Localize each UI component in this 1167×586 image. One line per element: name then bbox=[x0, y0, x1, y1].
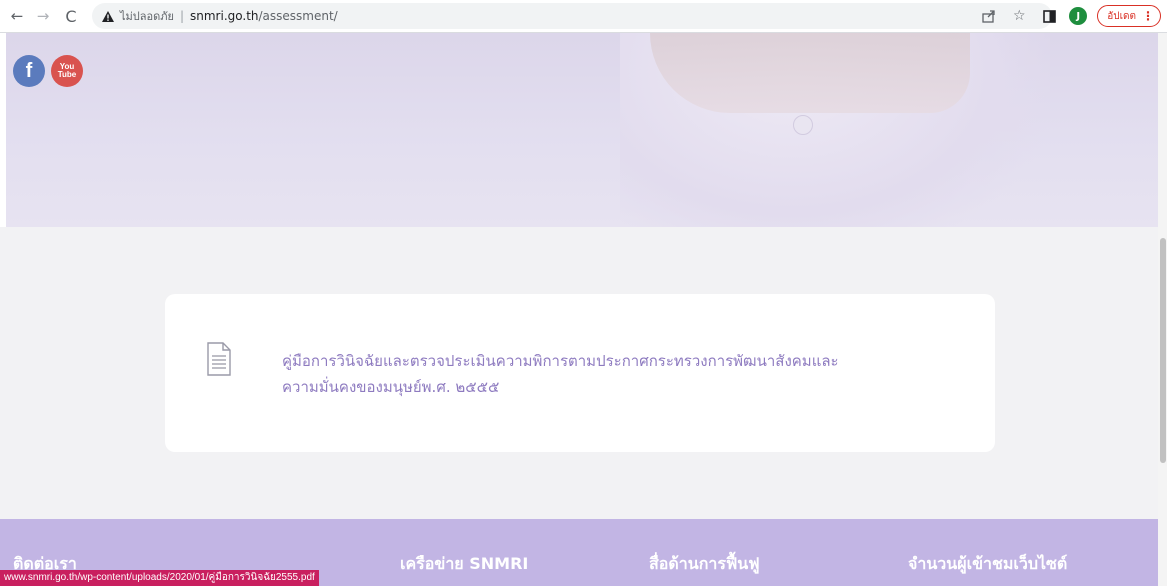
document-link[interactable]: คู่มือการวินิจฉัยและตรวจประเมินความพิการ… bbox=[282, 348, 972, 400]
bookmark-star-icon[interactable]: ☆ bbox=[1009, 6, 1029, 26]
footer-network-heading: เครือข่าย SNMRI bbox=[400, 554, 529, 573]
reload-icon[interactable]: C bbox=[60, 5, 82, 27]
update-button[interactable]: อัปเดต ⋮ bbox=[1097, 5, 1161, 27]
page-scrollbar[interactable] bbox=[1158, 33, 1167, 586]
side-panel-icon[interactable] bbox=[1039, 6, 1059, 26]
address-bar[interactable]: ไม่ปลอดภัย | snmri.go.th/assessment/ bbox=[92, 3, 1052, 29]
document-title-line2[interactable]: ความมั่นคงของมนุษย์พ.ศ. ๒๕๕๕ bbox=[282, 374, 972, 400]
status-bar-link-preview: www.snmri.go.th/wp-content/uploads/2020/… bbox=[0, 570, 319, 586]
facebook-icon[interactable]: f bbox=[13, 55, 45, 87]
omnibox-separator: | bbox=[179, 9, 184, 23]
footer-visitors-heading: จำนวนผู้เข้าชมเว็บไซต์ bbox=[908, 554, 1068, 573]
security-warning-label[interactable]: ไม่ปลอดภัย bbox=[120, 7, 174, 25]
forward-icon[interactable]: → bbox=[32, 5, 54, 27]
hero-banner bbox=[0, 33, 1158, 227]
share-icon[interactable] bbox=[979, 6, 999, 26]
document-card: คู่มือการวินิจฉัยและตรวจประเมินความพิการ… bbox=[165, 294, 995, 452]
menu-dots-icon: ⋮ bbox=[1142, 9, 1154, 23]
update-label: อัปเดต bbox=[1107, 10, 1136, 22]
youtube-icon[interactable]: You Tube bbox=[51, 55, 83, 87]
browser-toolbar: ← → C ไม่ปลอดภัย | snmri.go.th/assessmen… bbox=[0, 0, 1167, 33]
url-path: /assessment/ bbox=[258, 9, 338, 23]
document-icon bbox=[207, 342, 231, 376]
hero-edge bbox=[0, 33, 6, 227]
url-host: snmri.go.th bbox=[190, 9, 259, 23]
toolbar-actions: ☆ J อัปเดต ⋮ bbox=[979, 5, 1161, 27]
back-icon[interactable]: ← bbox=[6, 5, 28, 27]
warning-icon bbox=[102, 10, 114, 22]
scrollbar-thumb[interactable] bbox=[1160, 238, 1166, 463]
profile-avatar[interactable]: J bbox=[1069, 7, 1088, 25]
doctor-hands-image bbox=[650, 33, 970, 113]
coat-button bbox=[793, 115, 813, 135]
footer-media-heading: สื่อด้านการฟื้นฟู bbox=[649, 554, 760, 573]
social-links: f You Tube bbox=[13, 55, 83, 87]
document-title-line1[interactable]: คู่มือการวินิจฉัยและตรวจประเมินความพิการ… bbox=[282, 348, 972, 374]
youtube-line2: Tube bbox=[57, 70, 77, 79]
